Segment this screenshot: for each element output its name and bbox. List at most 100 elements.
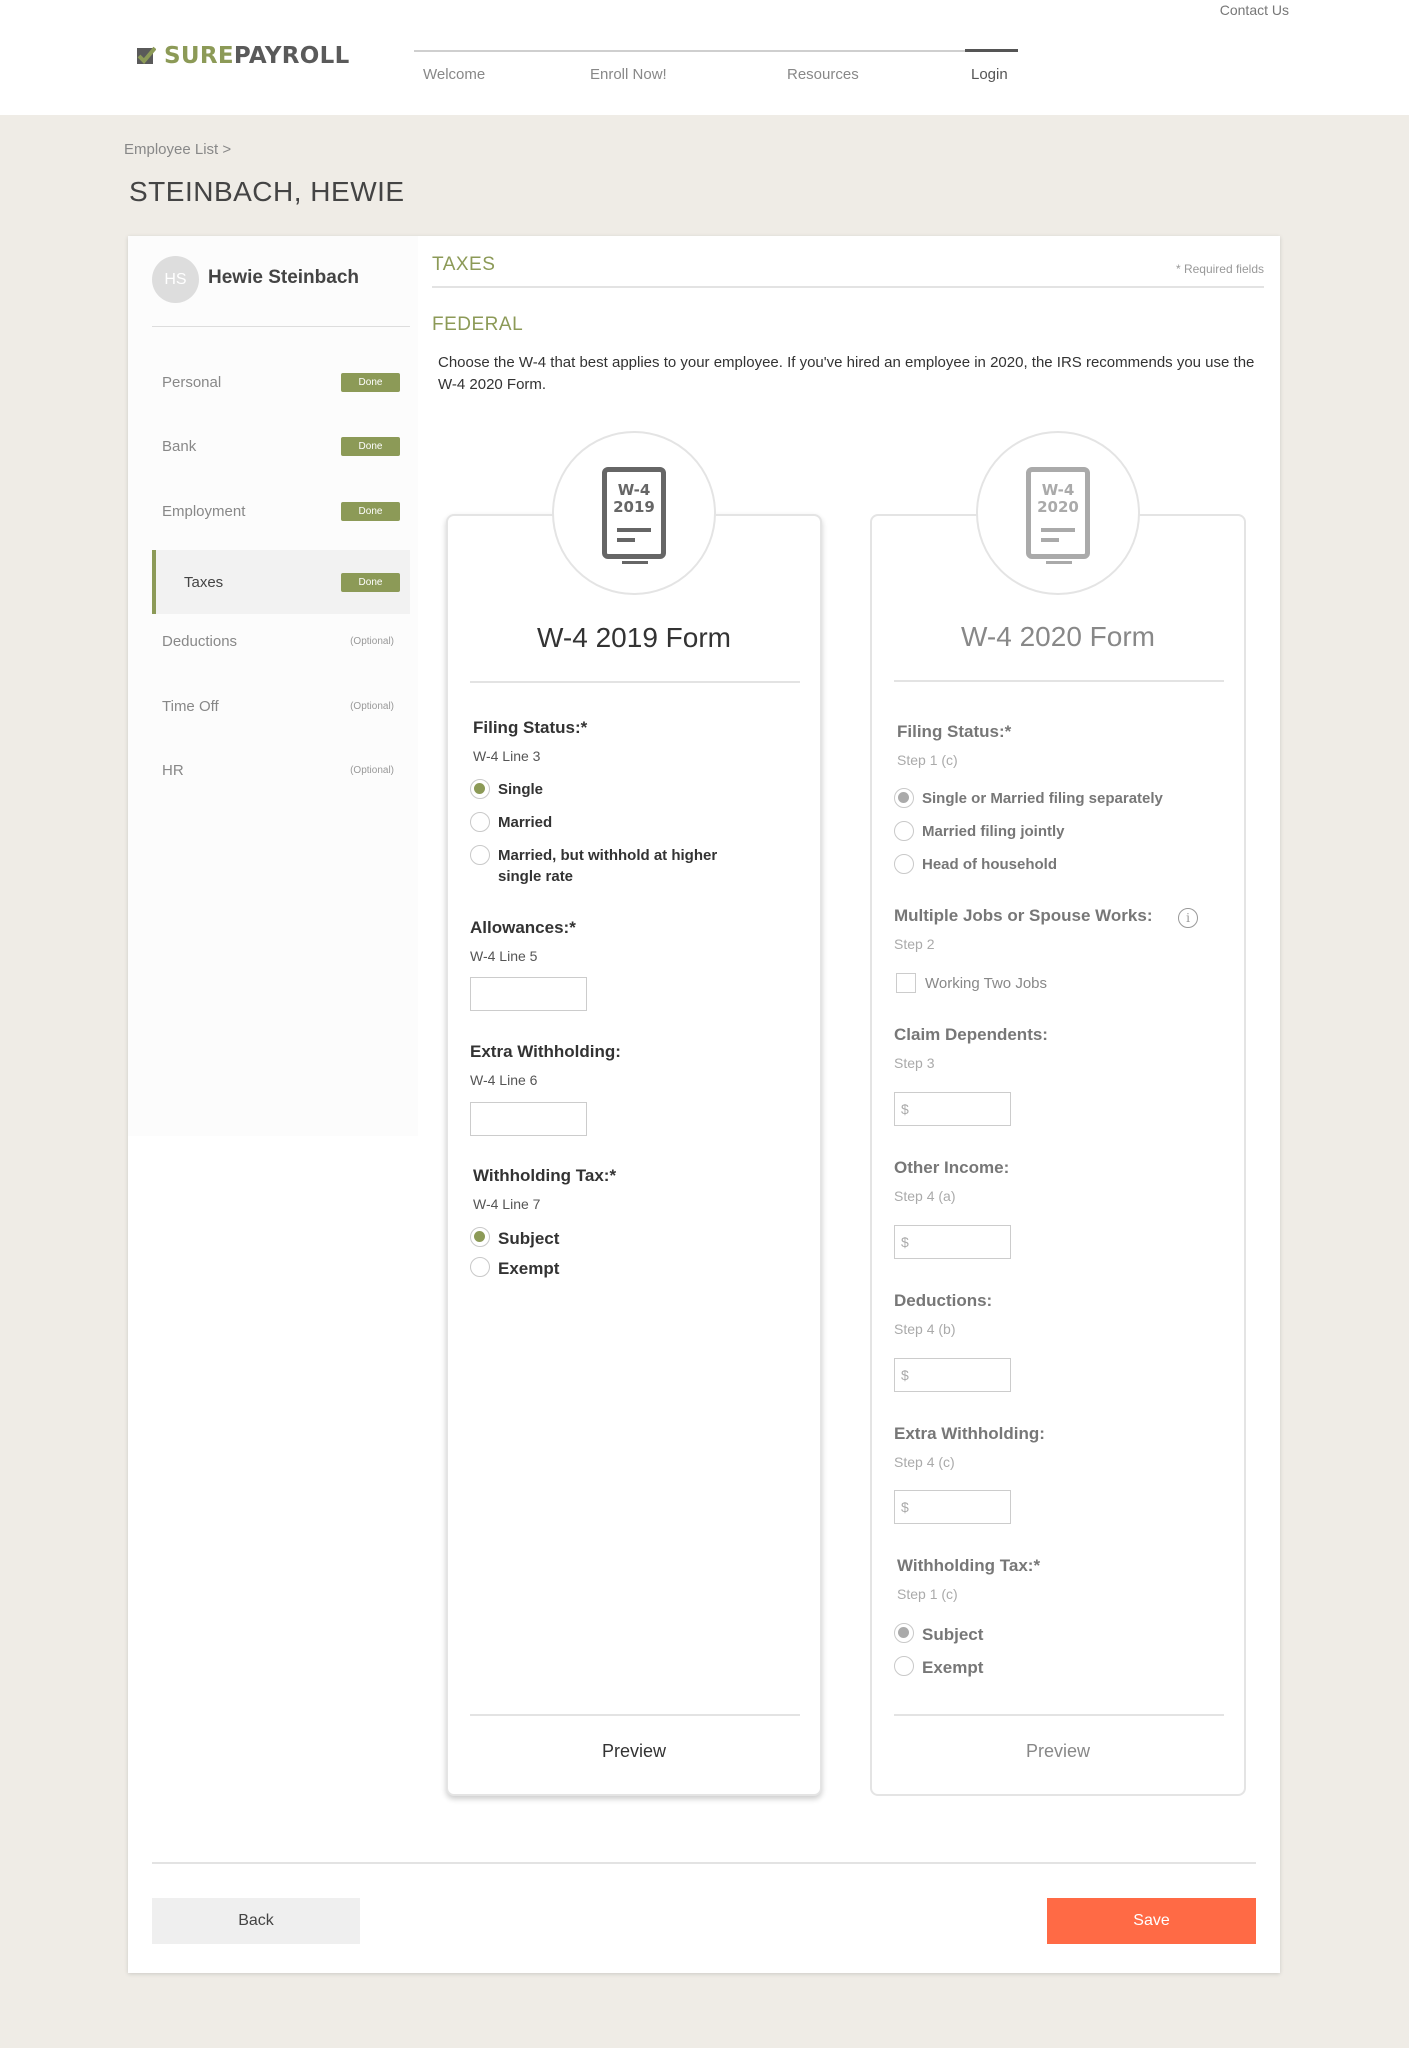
sidebar-item-label: Taxes [184, 573, 224, 591]
intro-text: Choose the W-4 that best applies to your… [438, 354, 1255, 393]
radio-exempt[interactable] [470, 1257, 490, 1277]
radio-single-label[interactable]: Single [498, 779, 543, 800]
extra-withholding-input[interactable] [470, 1102, 587, 1136]
back-button[interactable]: Back [152, 1898, 360, 1944]
deductions-label: Deductions: [894, 1291, 993, 1310]
surepayroll-logo[interactable]: SUREPAYROLL [136, 43, 350, 69]
w4-2019-form-card[interactable] [446, 514, 822, 1796]
sidebar-item-label: Employment [162, 502, 246, 520]
form-divider [470, 681, 800, 683]
radio-subject-2020-label[interactable]: Subject [922, 1624, 983, 1645]
allowances-input[interactable] [470, 977, 587, 1011]
claim-dependents-input[interactable]: $ [894, 1092, 1011, 1126]
allowances-sub: W-4 Line 5 [470, 948, 538, 964]
withholding-tax-sub: W-4 Line 7 [473, 1196, 541, 1212]
top-bar: Contact Us SUREPAYROLL Welcome Enroll No… [0, 0, 1409, 115]
radio-subject[interactable] [470, 1227, 490, 1247]
radio-married-jointly[interactable] [894, 821, 914, 841]
withholding-tax-2020-label: Withholding Tax:* [897, 1556, 1041, 1575]
document-base-line [1042, 554, 1076, 557]
w4-2019-icon-line2: 2019 [613, 498, 655, 516]
withholding-tax-label: Withholding Tax:* [473, 1166, 617, 1185]
sidebar-item-taxes[interactable]: Taxes Done [152, 550, 410, 614]
w4-2019-preview-link[interactable]: Preview [446, 1741, 822, 1762]
sidebar-item-personal[interactable]: Personal Done [152, 350, 410, 414]
w4-2020-icon-line1: W-4 [1041, 481, 1075, 499]
extra-withholding-2020-label: Extra Withholding: [894, 1424, 1045, 1443]
sidebar-item-bank[interactable]: Bank Done [152, 414, 410, 478]
w4-2019-document-icon: W-4 2019 [602, 467, 666, 559]
extra-withholding-label: Extra Withholding: [470, 1042, 621, 1061]
nav-resources[interactable]: Resources [787, 66, 859, 83]
w4-2020-title: W-4 2020 Form [961, 621, 1155, 652]
w4-2020-icon-circle: W-4 2020 [976, 431, 1140, 595]
sidebar-item-label: Time Off [162, 697, 219, 715]
extra-withholding-2020-input[interactable]: $ [894, 1490, 1011, 1524]
info-icon[interactable]: i [1178, 908, 1198, 928]
radio-head-of-household-label[interactable]: Head of household [922, 854, 1057, 875]
w4-2020-form-card[interactable] [870, 514, 1246, 1796]
taxes-title: TAXES [432, 254, 496, 275]
document-base-line [1046, 561, 1072, 564]
form-divider [894, 1714, 1224, 1716]
form-divider [894, 680, 1224, 682]
nav-enroll-now[interactable]: Enroll Now! [590, 66, 667, 83]
claim-dependents-sub: Step 3 [894, 1055, 935, 1071]
radio-married-higher[interactable] [470, 845, 490, 865]
logo-check-icon [137, 46, 156, 64]
working-two-jobs-checkbox[interactable] [896, 973, 916, 993]
sidebar-item-employment[interactable]: Employment Done [152, 479, 410, 543]
status-badge: (Optional) [350, 635, 394, 647]
radio-married-label[interactable]: Married [498, 812, 552, 833]
w4-2019-title: W-4 2019 Form [537, 622, 731, 653]
document-line [617, 528, 651, 532]
sidebar-item-hr[interactable]: HR (Optional) [152, 738, 410, 802]
radio-married[interactable] [470, 812, 490, 832]
required-fields-note: * Required fields [1175, 262, 1264, 276]
other-income-input[interactable]: $ [894, 1225, 1011, 1259]
avatar: HS [152, 256, 199, 303]
contact-us-link[interactable]: Contact Us [1220, 2, 1289, 18]
radio-exempt-label[interactable]: Exempt [498, 1258, 559, 1279]
nav-login[interactable]: Login [971, 66, 1008, 83]
document-base-line [618, 554, 652, 557]
radio-head-of-household[interactable] [894, 854, 914, 874]
radio-subject-2020[interactable] [894, 1623, 914, 1643]
sidebar-item-label: Personal [162, 373, 222, 391]
employee-card: HS Hewie Steinbach Personal Done Bank Do… [128, 236, 1280, 1973]
filing-status-sub: W-4 Line 3 [473, 748, 541, 764]
deductions-sub: Step 4 (b) [894, 1321, 956, 1337]
breadcrumb[interactable]: Employee List > [124, 141, 231, 158]
nav-divider [414, 50, 1018, 52]
document-line [1041, 538, 1059, 542]
working-two-jobs-label[interactable]: Working Two Jobs [925, 975, 1047, 992]
document-base-line [622, 561, 648, 564]
status-badge: Done [341, 572, 400, 592]
radio-single[interactable] [470, 779, 490, 799]
w4-2020-preview-link[interactable]: Preview [870, 1741, 1246, 1762]
radio-subject-label[interactable]: Subject [498, 1228, 559, 1249]
radio-single-or-married-separately-label[interactable]: Single or Married filing separately [922, 788, 1163, 809]
radio-exempt-2020[interactable] [894, 1656, 914, 1676]
radio-exempt-2020-label[interactable]: Exempt [922, 1657, 983, 1678]
radio-single-or-married-separately[interactable] [894, 788, 914, 808]
status-badge: (Optional) [350, 764, 394, 776]
other-income-sub: Step 4 (a) [894, 1188, 956, 1204]
sidebar-item-deductions[interactable]: Deductions (Optional) [152, 609, 410, 673]
status-badge: Done [341, 372, 400, 392]
w4-2019-icon-circle: W-4 2019 [552, 431, 716, 595]
document-line [617, 538, 635, 542]
nav-welcome[interactable]: Welcome [423, 66, 485, 83]
multiple-jobs-sub: Step 2 [894, 936, 935, 952]
status-badge: Done [341, 436, 400, 456]
sidebar-item-label: Bank [162, 437, 197, 455]
deductions-input[interactable]: $ [894, 1358, 1011, 1392]
save-button[interactable]: Save [1047, 1898, 1256, 1944]
taxes-divider [432, 286, 1264, 288]
w4-2020-icon-line2: 2020 [1037, 498, 1079, 516]
radio-married-jointly-label[interactable]: Married filing jointly [922, 821, 1065, 842]
filing-status-2020-label: Filing Status:* [897, 722, 1012, 741]
radio-married-higher-label[interactable]: Married, but withhold at higher single r… [498, 845, 758, 887]
sidebar-item-time-off[interactable]: Time Off (Optional) [152, 674, 410, 738]
user-name: Hewie Steinbach [208, 267, 359, 288]
